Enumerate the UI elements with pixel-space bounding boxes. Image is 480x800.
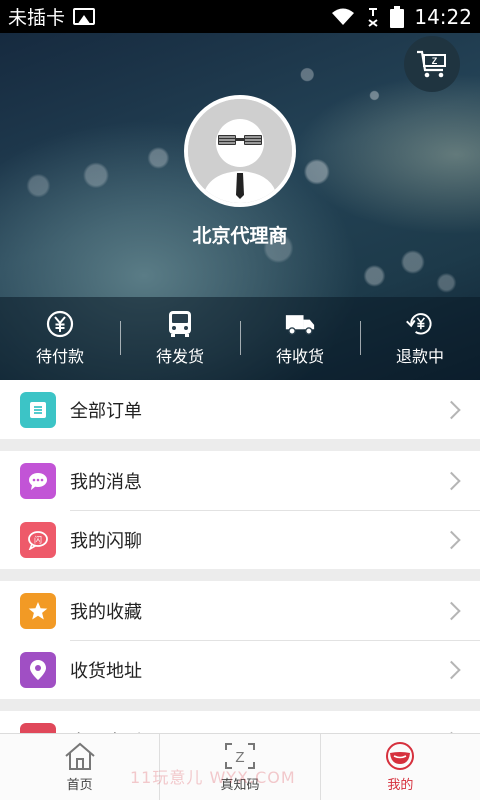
status-bar: 未插卡 14:22 xyxy=(0,0,480,33)
carrier-text: 未插卡 xyxy=(8,7,66,29)
order-refunding[interactable]: 退款中 xyxy=(360,297,480,380)
menu-address-label: 收货地址 xyxy=(70,660,142,682)
wifi-icon xyxy=(332,8,355,25)
menu-group-orders: 全部订单 xyxy=(0,380,480,439)
order-pending-receipt-label: 待收货 xyxy=(275,347,324,366)
menu-group-favorites: 我的收藏 收货地址 xyxy=(0,581,480,699)
location-pin-icon xyxy=(20,651,56,688)
order-status-bar: 待付款 待发货 待收货 退款中 xyxy=(0,297,480,380)
menu-flash-chat-label: 我的闪聊 xyxy=(70,530,142,552)
username: 北京代理商 xyxy=(192,225,288,247)
order-pending-shipment[interactable]: 待发货 xyxy=(120,297,240,380)
flash-chat-icon: 闪 xyxy=(20,521,56,558)
chevron-right-icon xyxy=(442,660,461,679)
chevron-right-icon xyxy=(442,530,461,549)
menu-all-orders[interactable]: 全部订单 xyxy=(0,380,480,439)
menu-favorites-label: 我的收藏 xyxy=(70,601,142,623)
profile-header: Z 北京代理商 待付款 待发货 待收货 退款中 xyxy=(0,33,480,380)
chevron-right-icon xyxy=(442,400,461,419)
tab-home[interactable]: 首页 xyxy=(0,734,159,800)
signal-icon xyxy=(368,7,378,27)
z-code-icon: Z xyxy=(224,743,255,769)
battery-icon xyxy=(390,5,405,28)
menu-list: 全部订单 我的消息 闪 我的闪聊 我的收藏 收货地址 xyxy=(0,380,480,770)
avatar-person-icon xyxy=(188,99,292,203)
svg-text:Z: Z xyxy=(432,56,438,66)
order-pending-receipt[interactable]: 待收货 xyxy=(240,297,360,380)
menu-favorites[interactable]: 我的收藏 xyxy=(0,581,480,640)
truck-icon xyxy=(285,315,315,335)
clock-text: 14:22 xyxy=(414,4,472,29)
menu-messages[interactable]: 我的消息 xyxy=(0,451,480,510)
tab-home-label: 首页 xyxy=(66,778,93,793)
tab-z-code[interactable]: Z 真知码 xyxy=(159,734,319,800)
tab-z-code-label: 真知码 xyxy=(220,778,260,793)
star-icon xyxy=(20,592,56,629)
order-pending-payment[interactable]: 待付款 xyxy=(0,297,120,380)
bottom-tab-bar: 首页 Z 真知码 我的 11玩意儿 WYX.COM xyxy=(0,733,480,800)
refund-icon xyxy=(406,313,432,335)
list-icon xyxy=(20,391,56,428)
cart-button[interactable]: Z xyxy=(404,36,460,92)
home-icon xyxy=(65,742,95,770)
order-pending-payment-label: 待付款 xyxy=(35,347,84,366)
bus-icon xyxy=(169,311,191,337)
image-icon xyxy=(73,8,96,25)
yen-circle-icon xyxy=(46,310,74,338)
smile-icon xyxy=(386,742,415,770)
chevron-right-icon xyxy=(442,601,461,620)
avatar[interactable] xyxy=(184,95,296,207)
chat-bubble-icon xyxy=(20,462,56,499)
menu-address[interactable]: 收货地址 xyxy=(0,640,480,699)
tab-mine-label: 我的 xyxy=(387,778,414,793)
chevron-right-icon xyxy=(442,471,461,490)
menu-all-orders-label: 全部订单 xyxy=(70,400,142,422)
menu-flash-chat[interactable]: 闪 我的闪聊 xyxy=(0,510,480,569)
menu-messages-label: 我的消息 xyxy=(70,471,142,493)
svg-text:闪: 闪 xyxy=(34,535,42,544)
order-pending-shipment-label: 待发货 xyxy=(155,347,204,366)
svg-text:Z: Z xyxy=(235,749,244,766)
menu-group-messages: 我的消息 闪 我的闪聊 xyxy=(0,451,480,569)
tab-mine[interactable]: 我的 xyxy=(319,734,480,800)
order-refunding-label: 退款中 xyxy=(395,347,444,366)
cart-icon: Z xyxy=(417,50,446,78)
